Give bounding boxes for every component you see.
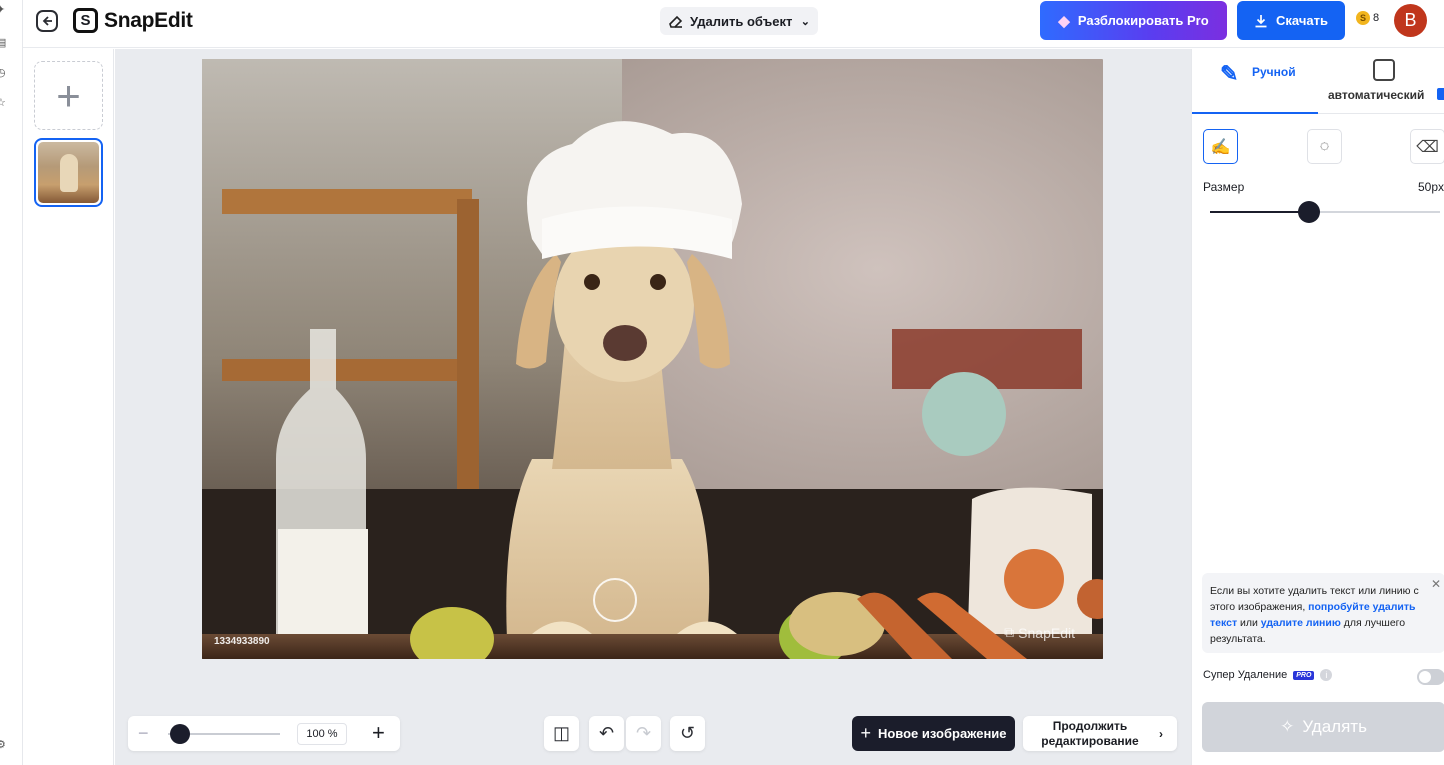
tool-select-label: Удалить объект [690, 13, 793, 29]
auto-badge-icon [1437, 88, 1444, 100]
brush-icon: ✍ [1210, 138, 1231, 156]
tab-auto[interactable]: автоматический [1318, 49, 1444, 114]
back-button[interactable] [36, 10, 58, 32]
size-slider-track[interactable] [1210, 201, 1440, 223]
undo-icon: ↶ [598, 723, 615, 743]
star-icon[interactable]: ☆ [0, 96, 10, 110]
eraser-icon [669, 15, 683, 28]
new-image-label: Новое изображение [877, 726, 1007, 741]
top-bar: S SnapEdit Удалить объект ⌄ ◆ Разблокиро… [23, 0, 1444, 48]
coin-icon: S [1356, 11, 1370, 25]
zoom-in-button[interactable]: + [372, 720, 385, 746]
credits-indicator[interactable]: S 8 [1356, 11, 1379, 25]
compare-button[interactable]: ◫ [544, 716, 579, 751]
canvas-area: 1334933890 ⧉ SnapEdit − 100 % + ◫ ↶ ↷ ↺ … [115, 49, 1191, 765]
arrow-left-icon [42, 16, 52, 26]
compare-icon: ◫ [552, 723, 570, 743]
watermark-brand-text: SnapEdit [1018, 624, 1075, 641]
diamond-icon: ◆ [1058, 12, 1070, 30]
app-logo[interactable]: S SnapEdit [73, 8, 193, 33]
zoom-out-button[interactable]: − [138, 723, 149, 744]
new-image-button[interactable]: + Новое изображение [852, 716, 1015, 751]
credits-count: 8 [1373, 12, 1380, 24]
auto-detect-icon [1373, 59, 1395, 81]
magic-wand-icon: ✧ [1280, 717, 1295, 736]
image-thumbnail-selected[interactable] [34, 138, 103, 207]
clipboard-icon[interactable]: ▤ [0, 36, 10, 50]
snapedit-logo-icon: S [73, 8, 98, 33]
brush-cursor [593, 578, 637, 622]
download-icon [1255, 14, 1267, 27]
super-erase-label: Супер Удаление [1203, 669, 1288, 681]
plus-icon: + [56, 71, 81, 119]
thumbnail-image [38, 142, 99, 203]
unlock-pro-button[interactable]: ◆ Разблокировать Pro [1040, 1, 1227, 40]
size-slider-fill [1210, 211, 1309, 213]
size-value: 50px [1417, 180, 1444, 194]
continue-editing-label: Продолжить редактирование [1041, 718, 1139, 748]
tip-box: ✕ Если вы хотите удалить текст или линию… [1202, 573, 1444, 653]
dog-chef-photo [202, 59, 1103, 659]
remove-line-link[interactable]: удалите линию [1261, 617, 1341, 629]
browser-side-strip: ✦ ▤ ◷ ☆ ⚙ [0, 0, 23, 765]
chevron-down-icon: ⌄ [800, 15, 810, 28]
reset-icon: ↺ [679, 723, 696, 743]
pro-badge: PRO [1293, 670, 1315, 680]
redo-icon: ↷ [635, 723, 652, 743]
continue-editing-button[interactable]: Продолжить редактирование › [1023, 716, 1177, 751]
tab-auto-label: автоматический [1328, 88, 1425, 102]
erase-button[interactable]: ✧ Удалять [1202, 702, 1444, 752]
undo-button[interactable]: ↶ [589, 716, 624, 751]
redo-button[interactable]: ↷ [626, 716, 661, 751]
sparkle-icon[interactable]: ✦ [0, 3, 10, 17]
plus-icon: + [860, 723, 871, 743]
brush-icon: ✎ [1220, 61, 1239, 86]
chevron-right-icon: › [1159, 726, 1163, 741]
zoom-value-field[interactable]: 100 % [297, 723, 347, 745]
zoom-control: − 100 % + [128, 716, 400, 751]
tip-text-2: или [1237, 617, 1261, 629]
eraser-icon: ⌫ [1416, 138, 1439, 156]
info-icon[interactable]: i [1320, 669, 1333, 681]
download-label: Скачать [1276, 13, 1328, 28]
size-label: Размер [1203, 180, 1245, 194]
tab-manual-label: Ручной [1252, 65, 1296, 79]
lasso-icon: ◌ [1319, 137, 1330, 155]
tool-select-dropdown[interactable]: Удалить объект ⌄ [660, 7, 818, 35]
unlock-pro-label: Разблокировать Pro [1077, 13, 1209, 28]
download-button[interactable]: Скачать [1237, 1, 1345, 40]
reset-button[interactable]: ↺ [670, 716, 705, 751]
user-avatar[interactable]: B [1394, 4, 1427, 37]
tools-panel: ✎ Ручной автоматический ✍ ◌ ⌫ Размер 50p… [1191, 49, 1444, 765]
image-thumbnails-panel: + [23, 49, 114, 765]
eraser-tool-button[interactable]: ⌫ [1410, 129, 1444, 164]
zoom-slider-handle[interactable] [170, 724, 190, 744]
watermark-id: 1334933890 [214, 636, 270, 647]
snapedit-watermark-icon: ⧉ [1004, 624, 1015, 640]
close-icon[interactable]: ✕ [1431, 576, 1441, 592]
size-slider-handle[interactable] [1298, 201, 1320, 223]
erase-button-label: Удалять [1302, 717, 1367, 736]
super-erase-row: Супер Удаление PRO i [1203, 669, 1444, 681]
watermark-brand: ⧉ SnapEdit [1004, 624, 1075, 641]
settings-icon[interactable]: ⚙ [0, 738, 10, 752]
tab-manual[interactable]: ✎ Ручной [1192, 49, 1318, 114]
brush-tool-button[interactable]: ✍ [1203, 129, 1238, 164]
super-erase-toggle[interactable] [1417, 669, 1444, 685]
editing-photo[interactable]: 1334933890 ⧉ SnapEdit [202, 59, 1103, 659]
logo-text: SnapEdit [104, 8, 193, 32]
lasso-tool-button[interactable]: ◌ [1307, 129, 1342, 164]
add-image-button[interactable]: + [34, 61, 103, 130]
history-icon[interactable]: ◷ [0, 66, 10, 80]
